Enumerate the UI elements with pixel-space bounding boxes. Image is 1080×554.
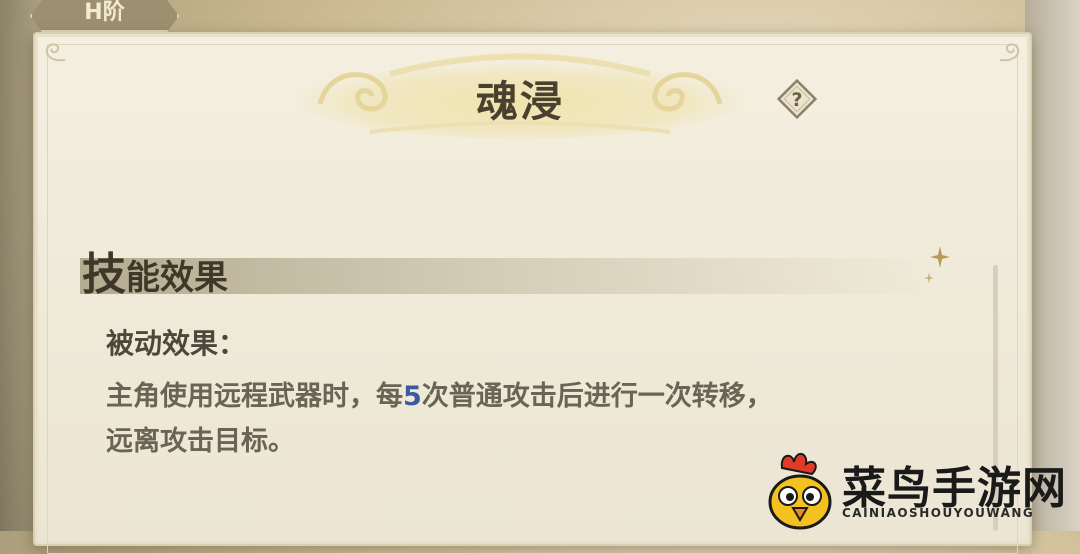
passive-effect-heading: 被动效果： <box>106 327 247 360</box>
section-title-rest: 能效果 <box>126 258 228 298</box>
sparkle-icon <box>930 246 950 268</box>
question-diamond-icon[interactable]: ? <box>776 78 818 120</box>
section-title: 技能效果 <box>82 238 228 302</box>
desc-text: 主角使用远程武器时，每 <box>106 381 403 412</box>
watermark-url: CAINIAOSHOUYOUWANG <box>842 506 1035 520</box>
chicken-mascot-icon <box>768 453 832 530</box>
desc-text: 次普通攻击后进行一次转移， <box>421 381 773 412</box>
desc-text: 远离攻击目标。 <box>106 426 295 457</box>
skill-title: 魂浸 <box>475 77 564 126</box>
tier-tab[interactable]: H阶 <box>30 0 179 32</box>
section-title-first-char: 技 <box>82 249 126 300</box>
corner-swirl-icon <box>999 43 1020 62</box>
desc-highlight-number: 5 <box>403 381 422 412</box>
svg-text:?: ? <box>791 89 802 111</box>
sparkle-icon <box>924 272 934 284</box>
corner-swirl-icon <box>45 43 66 62</box>
